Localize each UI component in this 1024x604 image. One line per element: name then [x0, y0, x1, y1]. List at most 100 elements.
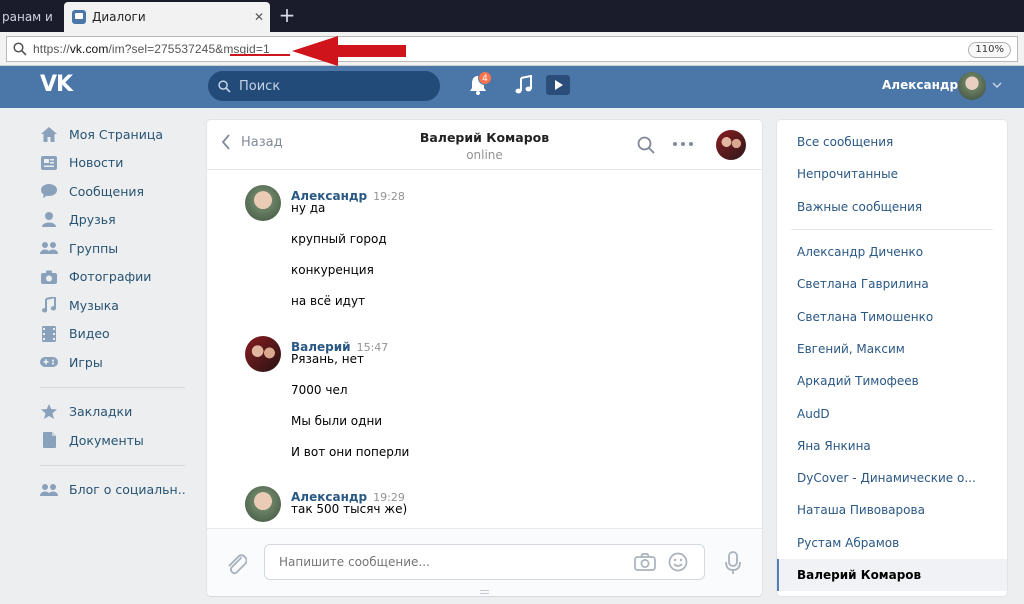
dialog-item[interactable]: Светлана Тимошенко: [777, 300, 1007, 332]
url-domain: vk.com: [69, 42, 109, 56]
sidebar-divider: [40, 386, 185, 388]
camera-icon: [40, 268, 58, 286]
sidebar-item-friends[interactable]: Друзья: [40, 206, 190, 235]
vk-header: VK Поиск 4 Александр: [0, 66, 1024, 108]
red-arrow-annotation-icon: [292, 36, 406, 66]
avatar[interactable]: [245, 185, 281, 221]
dialog-item[interactable]: Яна Янкина: [777, 430, 1007, 462]
avatar[interactable]: [245, 336, 281, 372]
zoom-level-badge[interactable]: 110%: [968, 42, 1011, 58]
header-search-input[interactable]: Поиск: [208, 71, 440, 101]
message-history[interactable]: Александр 19:28 ну да крупный город конку…: [207, 171, 762, 528]
sidebar-item-label: Моя Страница: [69, 126, 163, 142]
sidebar-item-label: Игры: [69, 354, 103, 370]
message-text: 7000 чел: [291, 383, 348, 397]
sidebar-item-video[interactable]: Видео: [40, 320, 190, 349]
friends-icon: [40, 211, 58, 229]
avatar[interactable]: [245, 486, 281, 522]
chevron-down-icon[interactable]: [992, 81, 1002, 89]
sidebar-item-music[interactable]: Музыка: [40, 291, 190, 320]
dialog-item[interactable]: AudD: [777, 397, 1007, 429]
vk-logo-icon[interactable]: VK: [40, 72, 73, 97]
message-text: И вот они поперли: [291, 445, 410, 459]
messages-icon: [40, 182, 58, 200]
sidebar-item-messages[interactable]: Сообщения: [40, 177, 190, 206]
dialog-item[interactable]: Евгений, Максим: [777, 333, 1007, 365]
video-icon: [40, 325, 58, 343]
browser-tab-previous[interactable]: ранам и ✕: [0, 2, 58, 32]
sidebar-item-groups[interactable]: Группы: [40, 234, 190, 263]
avatar[interactable]: [958, 72, 986, 100]
filter-unread[interactable]: Непрочитанные: [777, 158, 1007, 190]
sidebar-item-games[interactable]: Игры: [40, 348, 190, 377]
avatar[interactable]: [716, 130, 746, 160]
star-icon: [40, 403, 58, 421]
dialog-item-active[interactable]: Валерий Комаров: [777, 558, 1007, 592]
header-user-name[interactable]: Александр: [882, 78, 958, 92]
music-note-icon[interactable]: [514, 75, 534, 95]
dialog-item[interactable]: Светлана Гаврилина: [777, 268, 1007, 300]
dialogs-sidebar: Все сообщения Непрочитанные Важные сообщ…: [777, 120, 1007, 596]
news-icon: [40, 154, 58, 172]
filter-all-messages[interactable]: Все сообщения: [777, 126, 1007, 158]
dialog-item[interactable]: Наташа Пивоварова: [777, 494, 1007, 526]
conversation-header: Назад Валерий Комаров online: [207, 120, 762, 170]
vk-favicon-icon: [72, 10, 86, 24]
sidebar-item-label: Музыка: [69, 297, 119, 313]
peer-status: online: [466, 148, 503, 162]
message-text: крупный город: [291, 232, 387, 246]
new-tab-plus-icon[interactable]: +: [276, 2, 298, 28]
music-icon: [40, 296, 58, 314]
tab-label: ранам и: [2, 10, 53, 24]
sidebar-item-label: Блог о социальн..: [69, 482, 186, 498]
sidebar-item-my-page[interactable]: Моя Страница: [40, 120, 190, 149]
sidebar-item-documents[interactable]: Документы: [40, 426, 190, 455]
sidebar-item-bookmarks[interactable]: Закладки: [40, 398, 190, 427]
dialogs-divider: [791, 228, 993, 230]
sidebar-item-news[interactable]: Новости: [40, 149, 190, 178]
microphone-icon[interactable]: [725, 551, 741, 575]
resize-grip-handle[interactable]: [480, 590, 489, 594]
document-icon: [40, 431, 58, 449]
more-dots-icon[interactable]: [673, 142, 693, 146]
dialog-item[interactable]: Александр Диченко: [777, 236, 1007, 268]
filter-important[interactable]: Важные сообщения: [777, 191, 1007, 223]
people-icon: [40, 481, 58, 499]
left-sidebar: Моя Страница Новости Сообщения Друзья Гр…: [40, 120, 190, 504]
message-text: на всё идут: [291, 294, 366, 308]
close-icon[interactable]: ✕: [57, 11, 58, 24]
browser-tab-active[interactable]: Диалоги ✕: [64, 2, 270, 32]
sidebar-item-label: Друзья: [69, 212, 116, 228]
message-time[interactable]: 19:28: [373, 190, 405, 203]
message-text: ну да: [291, 201, 326, 215]
groups-icon: [40, 239, 58, 257]
close-icon[interactable]: ✕: [248, 10, 270, 24]
search-placeholder: Поиск: [239, 78, 281, 94]
search-icon: [218, 79, 231, 93]
dialog-item[interactable]: DyCover - Динамические о...: [777, 462, 1007, 494]
sidebar-item-photos[interactable]: Фотографии: [40, 263, 190, 292]
sidebar-item-label: Документы: [69, 432, 144, 448]
message-text: Мы были одни: [291, 414, 383, 428]
sidebar-item-label: Фотографии: [69, 269, 152, 285]
smile-icon[interactable]: [668, 552, 688, 572]
sidebar-item-label: Сообщения: [69, 183, 145, 199]
url-field[interactable]: https://vk.com/im?sel=275537245&msgid=1 …: [6, 36, 1018, 62]
tab-label: Диалоги: [92, 10, 146, 24]
sidebar-item-blog[interactable]: Блог о социальн..: [40, 476, 190, 505]
search-icon: [7, 42, 33, 56]
search-icon[interactable]: [637, 136, 655, 154]
paperclip-icon[interactable]: [225, 551, 247, 575]
message-text: Рязань, нет: [291, 352, 364, 366]
sidebar-item-label: Группы: [69, 240, 119, 256]
gamepad-icon: [40, 353, 58, 371]
play-icon[interactable]: [546, 75, 570, 95]
camera-icon[interactable]: [634, 553, 656, 571]
url-prefix: https://: [33, 42, 70, 56]
sidebar-item-label: Новости: [69, 155, 124, 171]
message-composer: [207, 528, 762, 596]
dialog-item[interactable]: Рустам Абрамов: [777, 527, 1007, 559]
dialog-item[interactable]: Аркадий Тимофеев: [777, 365, 1007, 397]
notifications-badge: 4: [478, 71, 492, 85]
address-bar: https://vk.com/im?sel=275537245&msgid=1 …: [0, 32, 1024, 66]
